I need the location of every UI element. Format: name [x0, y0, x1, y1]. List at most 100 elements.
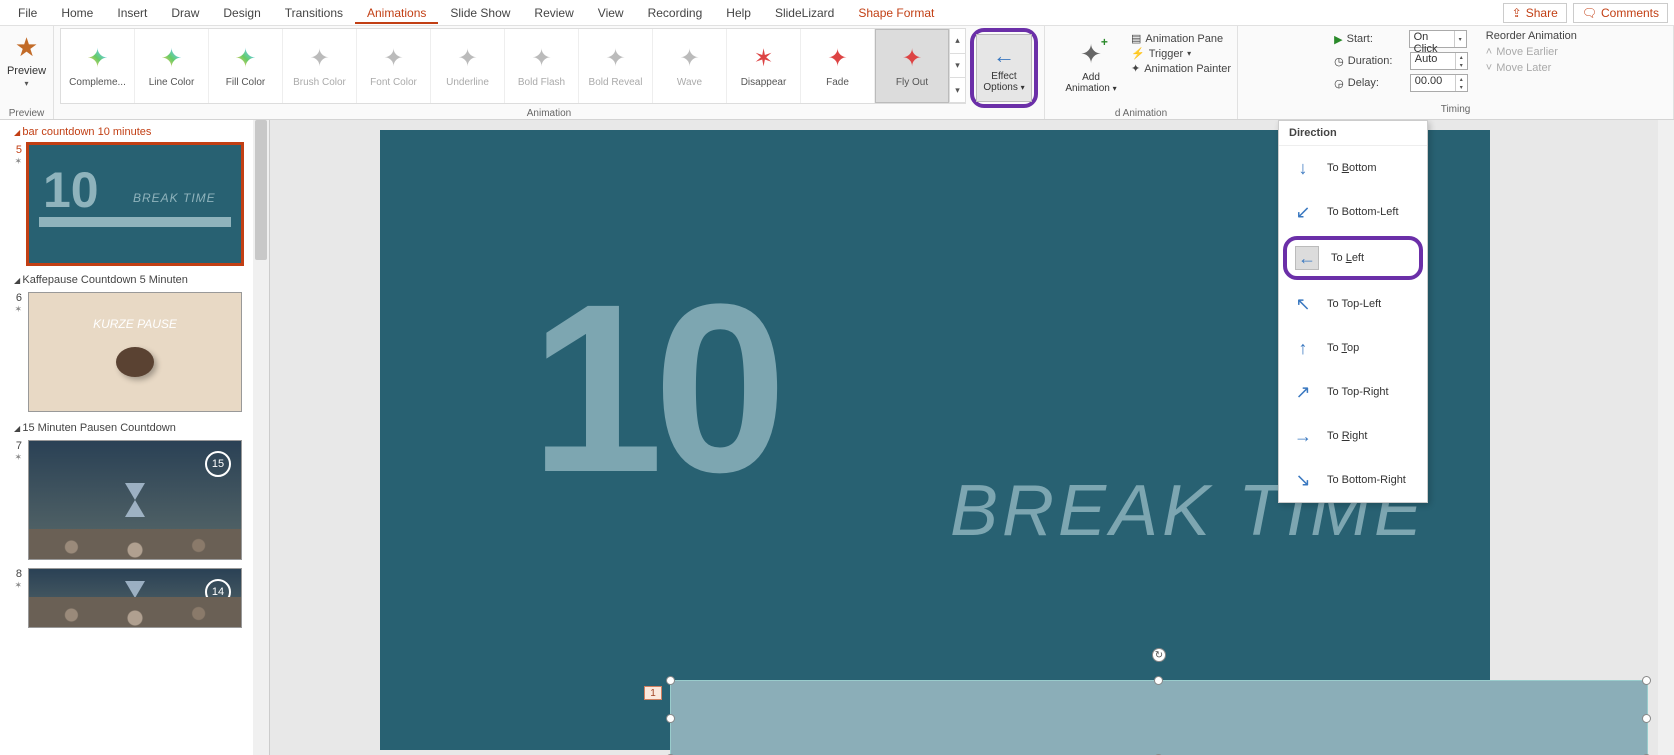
- direction-to-bottom[interactable]: ↓To Bottom: [1279, 146, 1427, 190]
- scroll-up-icon[interactable]: ▴: [950, 29, 965, 54]
- bolt-icon: ⚡: [1131, 47, 1145, 60]
- direction-to-left[interactable]: ←To Left: [1283, 236, 1423, 280]
- effect-line-color[interactable]: ✦Line Color: [135, 29, 209, 103]
- arrow-down-left-icon: ↙: [1291, 200, 1315, 224]
- star-icon: ✶: [753, 44, 773, 73]
- reorder-label: Reorder Animation: [1486, 30, 1577, 42]
- selected-shape-bar[interactable]: [670, 680, 1648, 755]
- arrow-down-right-icon: ↘: [1291, 468, 1315, 492]
- slide-thumbnail[interactable]: 14: [28, 568, 242, 628]
- effect-fade[interactable]: ✦Fade: [801, 29, 875, 103]
- direction-menu: Direction ↓To Bottom ↙To Bottom-Left ←To…: [1278, 120, 1428, 503]
- direction-to-bottom-right[interactable]: ↘To Bottom-Right: [1279, 458, 1427, 502]
- spin-down-icon[interactable]: ▾: [1455, 83, 1467, 91]
- resize-handle[interactable]: [1642, 676, 1651, 685]
- spin-down-icon[interactable]: ▾: [1455, 61, 1467, 69]
- direction-to-right[interactable]: →To Right: [1279, 414, 1427, 458]
- menu-home[interactable]: Home: [49, 2, 105, 24]
- scroll-down-icon[interactable]: ▾: [950, 54, 965, 79]
- play-icon: ▶: [1334, 33, 1342, 46]
- delay-input[interactable]: 00.00▴▾: [1410, 74, 1468, 92]
- menu-shape-format[interactable]: Shape Format: [846, 2, 946, 24]
- section-header[interactable]: Kaffepause Countdown 5 Minuten: [0, 268, 253, 288]
- share-button[interactable]: ⇪Share: [1503, 3, 1567, 23]
- comments-button[interactable]: 🗨Comments: [1573, 3, 1668, 23]
- effect-options-button[interactable]: ← EffectOptions ▾: [976, 34, 1032, 102]
- menu-animations[interactable]: Animations: [355, 2, 438, 24]
- star-icon: ✦: [827, 44, 847, 73]
- resize-handle[interactable]: [666, 676, 675, 685]
- resize-handle[interactable]: [666, 714, 675, 723]
- menu-slidelizard[interactable]: SlideLizard: [763, 2, 846, 24]
- rotate-handle[interactable]: ↻: [1152, 648, 1166, 662]
- clock-icon: ◷: [1334, 55, 1344, 68]
- trigger-button[interactable]: ⚡Trigger▾: [1131, 47, 1231, 60]
- star-plus-icon: ✦+: [1080, 39, 1102, 70]
- resize-handle[interactable]: [1154, 676, 1163, 685]
- slide-panel: bar countdown 10 minutes 5✶ 10 BREAK TIM…: [0, 120, 270, 755]
- direction-to-bottom-left[interactable]: ↙To Bottom-Left: [1279, 190, 1427, 234]
- gallery-more-icon[interactable]: ▾: [950, 78, 965, 103]
- menu-slideshow[interactable]: Slide Show: [438, 2, 522, 24]
- animation-painter-button[interactable]: ✦Animation Painter: [1131, 62, 1231, 75]
- effect-fly-out[interactable]: ✦Fly Out: [875, 29, 949, 103]
- slide-number: 7✶: [8, 440, 22, 560]
- menu-design[interactable]: Design: [211, 2, 272, 24]
- direction-to-top[interactable]: ↑To Top: [1279, 326, 1427, 370]
- effect-complementary[interactable]: ✦Compleme...: [61, 29, 135, 103]
- ribbon: ★ Preview ▾ Preview ✦Compleme... ✦Line C…: [0, 26, 1674, 120]
- slide-thumbnail[interactable]: KURZE PAUSE: [28, 292, 242, 412]
- painter-icon: ✦: [1131, 62, 1140, 75]
- effect-options-wrap: ← EffectOptions ▾: [970, 28, 1038, 108]
- menu-insert[interactable]: Insert: [105, 2, 159, 24]
- menu-transitions[interactable]: Transitions: [273, 2, 355, 24]
- effect-fill-color[interactable]: ✦Fill Color: [209, 29, 283, 103]
- anim-star-icon: ✶: [8, 156, 22, 167]
- effect-disappear[interactable]: ✶Disappear: [727, 29, 801, 103]
- comment-icon: 🗨: [1582, 6, 1597, 20]
- menu-review[interactable]: Review: [522, 2, 585, 24]
- animation-group: ✦Compleme... ✦Line Color ✦Fill Color ✦Br…: [54, 26, 1045, 119]
- share-icon: ⇪: [1512, 6, 1522, 20]
- star-icon: ✦: [531, 44, 551, 73]
- direction-to-top-right[interactable]: ↗To Top-Right: [1279, 370, 1427, 414]
- effect-font-color: ✦Font Color: [357, 29, 431, 103]
- resize-handle[interactable]: [1642, 714, 1651, 723]
- spin-up-icon[interactable]: ▴: [1455, 53, 1467, 61]
- menu-view[interactable]: View: [586, 2, 636, 24]
- arrow-up-right-icon: ↗: [1291, 380, 1315, 404]
- section-header[interactable]: bar countdown 10 minutes: [0, 120, 253, 140]
- start-select[interactable]: On Click▾: [1409, 30, 1467, 48]
- menu-recording[interactable]: Recording: [636, 2, 715, 24]
- add-animation-button[interactable]: ✦+ AddAnimation ▾: [1055, 28, 1127, 104]
- direction-header: Direction: [1279, 121, 1427, 146]
- menu-file[interactable]: File: [6, 2, 49, 24]
- gallery-scroll[interactable]: ▴ ▾ ▾: [949, 29, 965, 103]
- star-icon: ✦: [902, 44, 922, 73]
- timing-group: ▶ Start: On Click▾ ◷ Duration: Auto▴▾ ◶ …: [1238, 26, 1674, 119]
- animation-pane-button[interactable]: ▤Animation Pane: [1131, 32, 1231, 45]
- star-icon: ✦: [605, 44, 625, 73]
- star-icon: ✦: [679, 44, 699, 73]
- star-icon: ✦: [457, 44, 477, 73]
- direction-to-top-left[interactable]: ↖To Top-Left: [1279, 282, 1427, 326]
- slide-thumbnail[interactable]: 15: [28, 440, 242, 560]
- menu-help[interactable]: Help: [714, 2, 763, 24]
- duration-input[interactable]: Auto▴▾: [1410, 52, 1468, 70]
- effect-wave: ✦Wave: [653, 29, 727, 103]
- menu-draw[interactable]: Draw: [159, 2, 211, 24]
- anim-star-icon: ✶: [8, 580, 22, 591]
- thumbnails-scrollbar[interactable]: [253, 120, 269, 755]
- chevron-down-icon[interactable]: ▾: [1454, 31, 1466, 47]
- preview-button[interactable]: ★ Preview ▾: [7, 28, 46, 88]
- section-header[interactable]: 15 Minuten Pausen Countdown: [0, 416, 253, 436]
- anim-star-icon: ✶: [8, 304, 22, 315]
- slide-thumbnail[interactable]: 10 BREAK TIME: [28, 144, 242, 264]
- main: bar countdown 10 minutes 5✶ 10 BREAK TIM…: [0, 120, 1674, 755]
- slide-big-number: 10: [530, 250, 777, 526]
- editor-scrollbar[interactable]: [1658, 120, 1674, 755]
- spin-up-icon[interactable]: ▴: [1455, 75, 1467, 83]
- advanced-animation-group: ✦+ AddAnimation ▾ ▤Animation Pane ⚡Trigg…: [1045, 26, 1238, 119]
- animation-order-tag[interactable]: 1: [644, 686, 662, 700]
- effect-bold-reveal: ✦Bold Reveal: [579, 29, 653, 103]
